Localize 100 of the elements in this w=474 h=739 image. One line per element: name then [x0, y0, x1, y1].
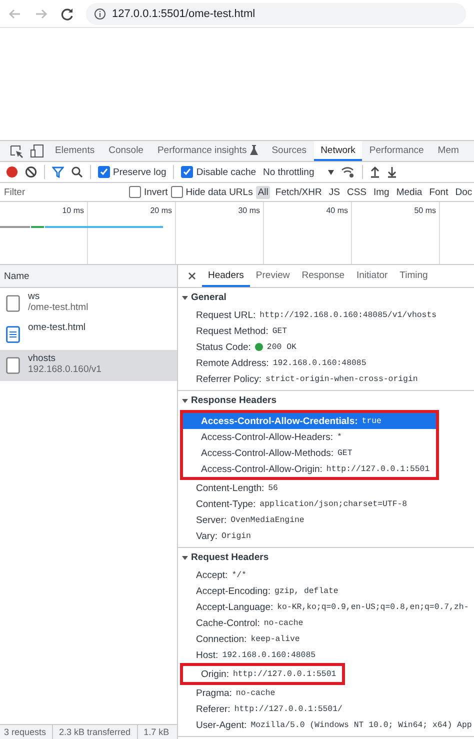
type-filter-button[interactable]: Doc [453, 186, 474, 198]
header-name: Status Code: [196, 342, 251, 352]
header-value: GET [272, 326, 288, 336]
header-value: keep-alive [250, 634, 300, 644]
devtools-tab[interactable]: Elements [48, 141, 102, 161]
detail-tab[interactable]: Response [296, 265, 350, 287]
upload-icon[interactable] [370, 166, 380, 178]
caret-icon [328, 170, 334, 174]
header-value: Origin [221, 532, 251, 540]
devtools-tab[interactable]: Performance insights [150, 141, 265, 161]
header-value: 200 OK [266, 342, 296, 352]
detail-tab[interactable]: Initiator [350, 265, 394, 287]
caret-icon [182, 294, 188, 300]
header-name: Access-Control-Allow-Credentials: [201, 416, 358, 426]
header-name: Request Method: [196, 326, 268, 336]
devtools-tab[interactable]: Performance [362, 141, 431, 161]
caret-icon [182, 554, 188, 560]
type-filter-button[interactable]: Media [394, 186, 424, 198]
checkbox[interactable]: Preserve log [98, 166, 166, 178]
header-name: Accept-Language: [196, 602, 274, 612]
request-name: ws [28, 291, 41, 302]
header-value: http://127.0.0.1:5501 [326, 464, 430, 474]
detail-tab[interactable]: Timing [394, 265, 434, 287]
header-value: Mozilla/5.0 (Windows NT 10.0; Win64; x64) App [250, 720, 472, 730]
checkmark-icon [183, 168, 192, 176]
type-filter-button[interactable]: Font [427, 186, 450, 198]
detail-tab[interactable]: Preview [250, 265, 296, 287]
network-conditions-icon[interactable] [341, 166, 356, 178]
devtools-tab[interactable]: Network [314, 141, 362, 161]
type-filter-button[interactable]: All [256, 186, 270, 198]
time-tick-label: 40 ms [326, 206, 348, 217]
header-name: Referrer Policy: [196, 374, 262, 384]
devtools-tab[interactable]: Console [102, 141, 150, 161]
status-text: 1.7 kB [144, 727, 170, 737]
header-value: no-cache [236, 688, 276, 698]
section-header[interactable]: Request Headers [178, 548, 474, 567]
devtools-tab[interactable]: Sources [264, 141, 314, 161]
header-name: User-Agent: [196, 720, 247, 730]
section-header[interactable]: General [178, 288, 474, 307]
time-tick-label: 10 ms [62, 206, 84, 217]
type-filter-button[interactable]: JS [326, 186, 342, 198]
checkbox[interactable]: Disable cache [181, 166, 256, 178]
header-value: http://127.0.0.1:5501/ [234, 704, 342, 714]
request-path: 192.168.0.160/v1 [28, 364, 102, 375]
status-text: 2.3 kB transferred [59, 727, 131, 737]
file-icon [6, 295, 20, 312]
header-name: Access-Control-Allow-Headers: [201, 432, 333, 442]
reload-icon[interactable] [60, 6, 74, 20]
request-row[interactable]: vhosts 192.168.0.160/v1 [0, 350, 177, 381]
header-name: Connection: [196, 634, 247, 644]
time-tick-label: 30 ms [238, 206, 260, 217]
record-icon[interactable] [6, 166, 18, 178]
header-name: Content-Type: [196, 498, 256, 510]
request-name: ome-test.html [28, 322, 86, 333]
checkbox[interactable]: Invert [129, 186, 168, 198]
type-filter-button[interactable]: Img [372, 186, 392, 198]
download-icon[interactable] [387, 166, 398, 178]
header-value: no-cache [264, 618, 304, 628]
filter-icon[interactable] [52, 166, 64, 178]
clear-icon[interactable] [25, 166, 37, 178]
header-name: Vary: [196, 530, 218, 542]
request-name: vhosts [28, 353, 56, 364]
url-text: 127.0.0.1:5501/ome-test.html [112, 8, 256, 20]
header-name: Access-Control-Allow-Origin: [201, 464, 322, 474]
header-name: Content-Length: [196, 482, 264, 494]
header-value: application/json;charset=UTF-8 [260, 500, 408, 508]
time-tick-label: 50 ms [414, 206, 436, 217]
header-name: Origin: [201, 668, 229, 680]
status-text: 3 requests [4, 727, 46, 737]
header-value: */* [232, 570, 246, 580]
request-path: /ome-test.html [28, 302, 88, 313]
header-value: http://192.168.0.160:48085/v1/vhosts [260, 310, 437, 320]
header-name: Remote Address: [196, 358, 269, 368]
header-name: Referer: [196, 704, 230, 714]
header-name: Cache-Control: [196, 618, 260, 628]
header-value: 192.168.0.160:48085 [272, 358, 366, 368]
detail-tab[interactable]: Headers [202, 265, 250, 287]
throttling-dropdown[interactable]: No throttling [263, 166, 334, 178]
header-value: strict-origin-when-cross-origin [265, 374, 418, 384]
checkmark-icon [100, 168, 108, 176]
address-bar[interactable]: 127.0.0.1:5501/ome-test.html [86, 2, 466, 24]
devtools-tab[interactable]: Mem [430, 141, 466, 161]
checkbox[interactable]: Hide data URLs [170, 186, 253, 198]
header-name: Request URL: [196, 310, 256, 320]
header-name: Host: [196, 650, 218, 660]
header-value: GET [338, 448, 352, 458]
header-value: OvenMediaEngine [230, 516, 304, 524]
header-name: Pragma: [196, 688, 232, 698]
header-value: http://127.0.0.1:5501 [232, 670, 336, 678]
time-tick-label: 20 ms [150, 206, 172, 217]
header-name: Accept: [196, 570, 228, 580]
search-icon[interactable] [71, 166, 83, 178]
type-filter-button[interactable]: Fetch/XHR [273, 186, 324, 198]
section-header[interactable]: Response Headers [178, 391, 474, 410]
type-filter-button[interactable]: CSS [344, 186, 368, 198]
header-value: 56 [268, 484, 278, 492]
header-name: Access-Control-Allow-Methods: [201, 448, 334, 458]
header-value: ko-KR,ko;q=0.9,en-US;q=0.8,en;q=0.7,zh- [277, 602, 469, 612]
header-value: gzip, deflate [274, 586, 338, 596]
header-value: true [362, 416, 382, 426]
